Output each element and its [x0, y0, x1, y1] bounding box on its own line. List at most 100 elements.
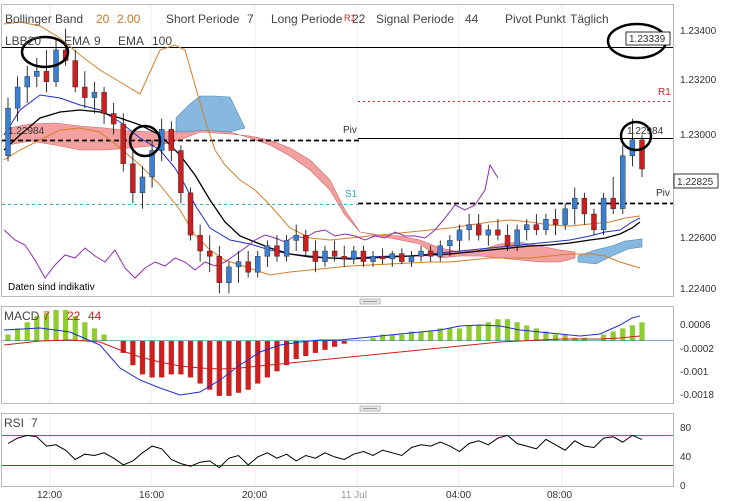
rsi-period: 7 [31, 416, 38, 430]
candle-body [72, 60, 78, 88]
candle-body [110, 113, 117, 125]
piv-label-left: Piv [343, 125, 357, 136]
candle-body [255, 256, 261, 273]
piv-price-right: 1.22984 [627, 126, 664, 137]
candle-body [543, 219, 549, 231]
short-period-label: Short Periode [166, 12, 240, 26]
candle-body [351, 250, 357, 260]
last-price-box: 1.22825 [673, 173, 719, 189]
piv-label-right: Piv [656, 188, 670, 199]
macd-bar [504, 319, 511, 341]
candle-body [120, 123, 126, 164]
candle-body [216, 256, 223, 283]
signal-period-label: Signal Periode [376, 12, 454, 26]
candle-body [591, 213, 597, 231]
macd-bar [91, 328, 98, 341]
macd-panel-frame [1, 306, 674, 404]
candle-body [226, 266, 232, 283]
candle-body [312, 250, 319, 262]
rsi-y-axis: 80 40 0 [680, 423, 692, 492]
macd-p1: 7 [43, 309, 50, 323]
candle-body [207, 250, 213, 257]
candle-body [264, 245, 271, 257]
candle-body [245, 261, 251, 273]
candle-body [101, 92, 107, 114]
macd-bar [639, 322, 645, 341]
macd-bar [370, 337, 376, 341]
macd-label: MACD [4, 309, 40, 323]
y-tick: 1.23200 [680, 75, 717, 86]
macd-y-tick: 0.0006 [680, 320, 711, 331]
lbb-overlap-label: LBB20 [5, 34, 41, 48]
candle-body [293, 234, 299, 241]
macd-bar [5, 334, 11, 341]
r1-top-marker: R1 [344, 13, 356, 23]
macd-y-axis: 0.0006 -0.0002 -0.001 -0.0018 [680, 320, 714, 401]
y-tick: 1.22600 [680, 233, 717, 244]
macd-bar [245, 340, 251, 390]
candle-body [303, 234, 309, 252]
macd-bar [187, 340, 194, 378]
macd-y-tick: -0.0018 [680, 390, 714, 401]
bollinger-dev: 2.00 [117, 12, 141, 26]
macd-bar [629, 325, 635, 341]
rsi-panel-frame [1, 413, 674, 487]
candle-body [197, 234, 203, 252]
x-tick: 20:00 [242, 490, 267, 501]
macd-bar [476, 325, 482, 341]
candle-body [418, 250, 424, 257]
macd-p3: 44 [88, 309, 102, 323]
candle-body [168, 129, 175, 151]
macd-resize-handle[interactable] [359, 298, 381, 305]
macd-bar [456, 328, 463, 341]
candle-body [485, 229, 492, 236]
candle-body [581, 197, 588, 215]
x-tick: 16:00 [139, 490, 164, 501]
macd-bar [332, 340, 338, 347]
macd-bar [524, 325, 530, 341]
macd-bar [562, 334, 568, 341]
chart-canvas: Bollinger Band 20 2.00 Short Periode 7 L… [1, 4, 719, 501]
y-tick: 1.23400 [680, 26, 717, 37]
macd-bar [168, 340, 174, 375]
macd-bar [620, 328, 626, 341]
candle-body [82, 86, 88, 98]
macd-bar [428, 331, 434, 341]
rsi-label: RSI [4, 416, 24, 430]
candle-body [639, 139, 645, 170]
x-axis: 12:00 16:00 20:00 11 Jul 04:00 08:00 [37, 490, 572, 501]
macd-bar [159, 340, 165, 378]
candle-body [620, 155, 626, 209]
candle-body [427, 250, 434, 257]
rsi-y-tick: 80 [680, 423, 692, 434]
candle-body [43, 70, 50, 82]
ema9-value: 9 [94, 34, 101, 48]
rsi-y-tick: 0 [680, 481, 686, 492]
rsi-resize-handle[interactable] [359, 405, 381, 412]
candle-body [130, 163, 136, 194]
macd-bar [130, 340, 136, 366]
x-tick: 04:00 [446, 490, 471, 501]
long-period-label: Long Periode [271, 12, 343, 26]
candle-body [504, 234, 511, 246]
candle-body [139, 176, 146, 194]
ema100-value: 100 [152, 34, 172, 48]
candle-body [456, 229, 463, 241]
rsi-header: RSI 7 [4, 416, 38, 430]
s1-label: S1 [345, 189, 358, 200]
candle-body [14, 86, 21, 109]
macd-p2: 22 [67, 309, 81, 323]
candle-body [360, 250, 367, 262]
candle-body [572, 197, 578, 209]
macd-bar [514, 322, 520, 341]
candle-body [331, 250, 338, 257]
macd-bar [53, 310, 59, 341]
candle-body [379, 256, 386, 260]
candle-body [389, 253, 395, 260]
macd-bar [533, 328, 539, 341]
candle-body [552, 219, 559, 225]
candle-body [495, 229, 501, 236]
macd-bar [264, 340, 270, 378]
candle-body [562, 208, 568, 225]
main-y-axis: 1.23400 1.23200 1.23000 1.22600 1.22400 [680, 26, 717, 295]
